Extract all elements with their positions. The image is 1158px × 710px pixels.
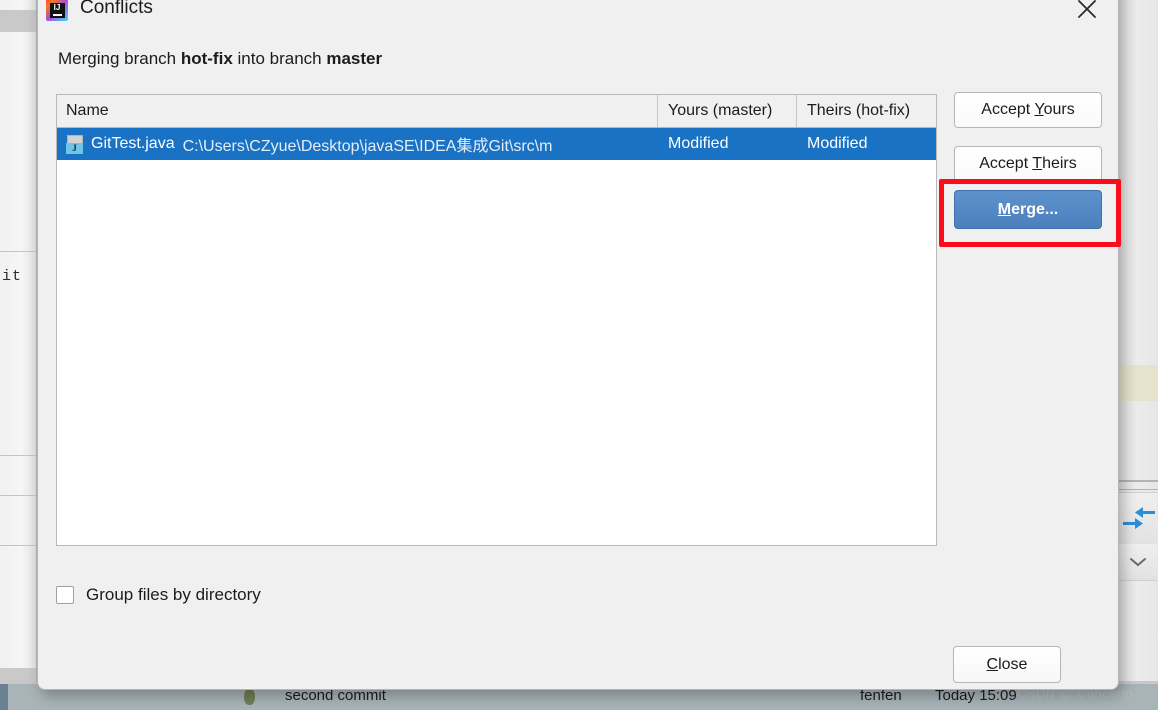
background-left-gutter [0, 0, 37, 710]
background-right-gutter [1115, 0, 1158, 710]
column-header-yours[interactable]: Yours (master) [658, 95, 797, 127]
close-button[interactable]: Close [953, 646, 1061, 683]
accept-yours-label: Accept Yours [981, 101, 1075, 118]
source-branch-name: hot-fix [180, 49, 233, 68]
checkbox-label: Group files by directory [86, 585, 261, 604]
accept-theirs-label: Accept Theirs [979, 155, 1077, 172]
close-dialog-button[interactable] [1064, 0, 1110, 27]
table-row[interactable]: J GitTest.java C:\Users\CZyue\Desktop\ja… [57, 128, 936, 160]
conflicts-dialog: IJ Conflicts Merging branch hot-fix into… [37, 0, 1121, 690]
background-left-divider [0, 251, 36, 252]
dialog-title: Conflicts [80, 0, 153, 18]
merge-desc-prefix: Merging branch [58, 49, 181, 68]
intellij-idea-logo-icon: IJ [46, 0, 68, 21]
cell-theirs-status: Modified [807, 135, 868, 152]
dialog-titlebar: IJ Conflicts [38, 0, 1118, 29]
file-name: GitTest.java [91, 135, 175, 152]
chevron-down-icon [1130, 558, 1146, 567]
target-branch-name: master [326, 49, 383, 68]
close-button-label: Close [986, 655, 1028, 673]
column-header-theirs[interactable]: Theirs (hot-fix) [797, 95, 936, 127]
conflicts-table: Name Yours (master) Theirs (hot-fix) J G… [56, 94, 937, 546]
commit-node-icon [244, 688, 255, 705]
merge-arrows-icon [1123, 507, 1155, 529]
background-left-band [0, 10, 36, 32]
merge-label: Merge... [997, 200, 1059, 218]
cell-yours-status: Modified [668, 135, 729, 152]
logo-text: IJ [53, 3, 61, 12]
java-icon-badge: J [66, 142, 83, 154]
background-editor-text: it [2, 268, 23, 285]
file-path: C:\Users\CZyue\Desktop\javaSE\IDEA集成Git\… [182, 138, 553, 155]
checkbox-box[interactable] [56, 586, 74, 604]
accept-theirs-button[interactable]: Accept Theirs [954, 146, 1102, 182]
merge-arrows-button[interactable] [1118, 492, 1157, 546]
background-right-divider [1117, 489, 1158, 490]
java-file-icon: J [66, 134, 83, 154]
background-left-divider [0, 545, 36, 546]
background-right-divider [1117, 480, 1158, 482]
expand-collapse-button[interactable] [1118, 544, 1157, 581]
logo-underline [52, 14, 62, 16]
accept-yours-button[interactable]: Accept Yours [954, 92, 1102, 128]
close-icon [1078, 0, 1096, 18]
merge-button[interactable]: Merge... [954, 190, 1102, 229]
merge-description: Merging branch hot-fix into branch maste… [58, 49, 382, 69]
group-files-by-directory-checkbox[interactable]: Group files by directory [56, 585, 261, 605]
column-header-name[interactable]: Name [57, 95, 658, 127]
merge-desc-middle: into branch [232, 49, 327, 68]
table-header-row: Name Yours (master) Theirs (hot-fix) [57, 95, 936, 128]
commit-graph-column [0, 684, 8, 710]
background-left-divider [0, 455, 36, 456]
background-highlight-band [1117, 365, 1158, 401]
background-left-divider [0, 495, 36, 496]
cell-file-name: J GitTest.java C:\Users\CZyue\Desktop\ja… [57, 132, 658, 156]
